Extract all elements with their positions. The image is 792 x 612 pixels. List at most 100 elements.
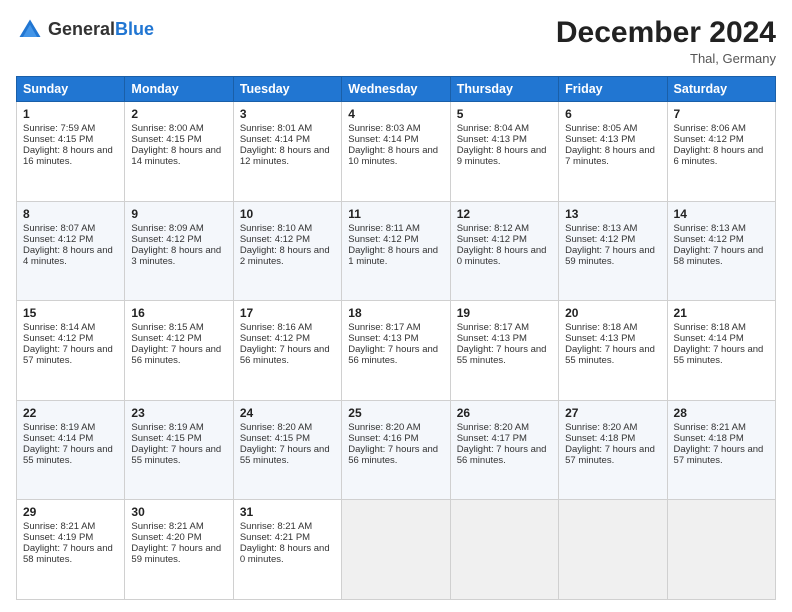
sunset-text: Sunset: 4:16 PM — [348, 433, 443, 444]
daylight-text: Daylight: 8 hours and 7 minutes. — [565, 145, 660, 167]
daylight-text: Daylight: 7 hours and 56 minutes. — [348, 344, 443, 366]
page: GeneralBlue December 2024 Thal, Germany … — [0, 0, 792, 612]
daylight-text: Daylight: 7 hours and 59 minutes. — [565, 245, 660, 267]
calendar-cell: 10Sunrise: 8:10 AMSunset: 4:12 PMDayligh… — [233, 201, 341, 301]
daylight-text: Daylight: 8 hours and 3 minutes. — [131, 245, 226, 267]
calendar-cell — [450, 500, 558, 600]
calendar-cell: 21Sunrise: 8:18 AMSunset: 4:14 PMDayligh… — [667, 301, 775, 401]
title-block: December 2024 Thal, Germany — [556, 16, 776, 66]
daylight-text: Daylight: 7 hours and 55 minutes. — [240, 444, 335, 466]
logo-icon — [16, 16, 44, 44]
calendar-cell: 1Sunrise: 7:59 AMSunset: 4:15 PMDaylight… — [17, 102, 125, 202]
calendar-cell: 8Sunrise: 8:07 AMSunset: 4:12 PMDaylight… — [17, 201, 125, 301]
calendar-cell: 18Sunrise: 8:17 AMSunset: 4:13 PMDayligh… — [342, 301, 450, 401]
calendar-cell: 9Sunrise: 8:09 AMSunset: 4:12 PMDaylight… — [125, 201, 233, 301]
calendar-table: SundayMondayTuesdayWednesdayThursdayFrid… — [16, 76, 776, 600]
calendar-cell: 24Sunrise: 8:20 AMSunset: 4:15 PMDayligh… — [233, 400, 341, 500]
day-number: 11 — [348, 207, 443, 221]
day-number: 23 — [131, 406, 226, 420]
sunset-text: Sunset: 4:15 PM — [131, 433, 226, 444]
calendar-cell: 23Sunrise: 8:19 AMSunset: 4:15 PMDayligh… — [125, 400, 233, 500]
day-number: 12 — [457, 207, 552, 221]
sunset-text: Sunset: 4:14 PM — [240, 134, 335, 145]
day-number: 16 — [131, 306, 226, 320]
month-title: December 2024 — [556, 16, 776, 49]
daylight-text: Daylight: 7 hours and 57 minutes. — [565, 444, 660, 466]
day-number: 24 — [240, 406, 335, 420]
calendar-cell: 11Sunrise: 8:11 AMSunset: 4:12 PMDayligh… — [342, 201, 450, 301]
day-number: 31 — [240, 505, 335, 519]
day-number: 8 — [23, 207, 118, 221]
calendar-week-1: 1Sunrise: 7:59 AMSunset: 4:15 PMDaylight… — [17, 102, 776, 202]
day-header-saturday: Saturday — [667, 77, 775, 102]
day-number: 13 — [565, 207, 660, 221]
sunset-text: Sunset: 4:14 PM — [348, 134, 443, 145]
calendar-header: SundayMondayTuesdayWednesdayThursdayFrid… — [17, 77, 776, 102]
daylight-text: Daylight: 7 hours and 58 minutes. — [23, 543, 118, 565]
day-header-thursday: Thursday — [450, 77, 558, 102]
sunrise-text: Sunrise: 8:05 AM — [565, 123, 660, 134]
calendar-cell: 14Sunrise: 8:13 AMSunset: 4:12 PMDayligh… — [667, 201, 775, 301]
daylight-text: Daylight: 7 hours and 55 minutes. — [457, 344, 552, 366]
calendar-cell: 22Sunrise: 8:19 AMSunset: 4:14 PMDayligh… — [17, 400, 125, 500]
sunset-text: Sunset: 4:14 PM — [23, 433, 118, 444]
daylight-text: Daylight: 7 hours and 59 minutes. — [131, 543, 226, 565]
sunrise-text: Sunrise: 8:18 AM — [565, 322, 660, 333]
day-number: 3 — [240, 107, 335, 121]
day-number: 5 — [457, 107, 552, 121]
sunset-text: Sunset: 4:12 PM — [23, 333, 118, 344]
day-number: 2 — [131, 107, 226, 121]
calendar-body: 1Sunrise: 7:59 AMSunset: 4:15 PMDaylight… — [17, 102, 776, 600]
sunset-text: Sunset: 4:15 PM — [23, 134, 118, 145]
day-number: 29 — [23, 505, 118, 519]
sunrise-text: Sunrise: 8:14 AM — [23, 322, 118, 333]
logo-text: GeneralBlue — [48, 20, 154, 40]
sunset-text: Sunset: 4:13 PM — [457, 134, 552, 145]
sunrise-text: Sunrise: 8:21 AM — [674, 422, 769, 433]
calendar-cell: 28Sunrise: 8:21 AMSunset: 4:18 PMDayligh… — [667, 400, 775, 500]
calendar-cell: 27Sunrise: 8:20 AMSunset: 4:18 PMDayligh… — [559, 400, 667, 500]
sunrise-text: Sunrise: 8:21 AM — [131, 521, 226, 532]
daylight-text: Daylight: 8 hours and 16 minutes. — [23, 145, 118, 167]
sunrise-text: Sunrise: 8:03 AM — [348, 123, 443, 134]
daylight-text: Daylight: 7 hours and 55 minutes. — [565, 344, 660, 366]
sunset-text: Sunset: 4:18 PM — [674, 433, 769, 444]
calendar-cell: 7Sunrise: 8:06 AMSunset: 4:12 PMDaylight… — [667, 102, 775, 202]
day-number: 15 — [23, 306, 118, 320]
sunrise-text: Sunrise: 8:10 AM — [240, 223, 335, 234]
daylight-text: Daylight: 8 hours and 14 minutes. — [131, 145, 226, 167]
day-number: 10 — [240, 207, 335, 221]
sunset-text: Sunset: 4:13 PM — [565, 333, 660, 344]
calendar-cell — [342, 500, 450, 600]
calendar-cell: 2Sunrise: 8:00 AMSunset: 4:15 PMDaylight… — [125, 102, 233, 202]
day-number: 21 — [674, 306, 769, 320]
sunrise-text: Sunrise: 8:09 AM — [131, 223, 226, 234]
calendar-cell: 5Sunrise: 8:04 AMSunset: 4:13 PMDaylight… — [450, 102, 558, 202]
sunset-text: Sunset: 4:14 PM — [674, 333, 769, 344]
sunrise-text: Sunrise: 8:20 AM — [240, 422, 335, 433]
calendar-cell: 16Sunrise: 8:15 AMSunset: 4:12 PMDayligh… — [125, 301, 233, 401]
sunrise-text: Sunrise: 8:12 AM — [457, 223, 552, 234]
daylight-text: Daylight: 8 hours and 6 minutes. — [674, 145, 769, 167]
sunrise-text: Sunrise: 8:11 AM — [348, 223, 443, 234]
sunrise-text: Sunrise: 8:06 AM — [674, 123, 769, 134]
day-header-tuesday: Tuesday — [233, 77, 341, 102]
sunset-text: Sunset: 4:12 PM — [131, 333, 226, 344]
header: GeneralBlue December 2024 Thal, Germany — [16, 16, 776, 66]
daylight-text: Daylight: 8 hours and 0 minutes. — [240, 543, 335, 565]
header-row: SundayMondayTuesdayWednesdayThursdayFrid… — [17, 77, 776, 102]
daylight-text: Daylight: 8 hours and 9 minutes. — [457, 145, 552, 167]
day-number: 28 — [674, 406, 769, 420]
calendar-cell: 6Sunrise: 8:05 AMSunset: 4:13 PMDaylight… — [559, 102, 667, 202]
day-number: 9 — [131, 207, 226, 221]
day-number: 6 — [565, 107, 660, 121]
sunrise-text: Sunrise: 8:21 AM — [23, 521, 118, 532]
daylight-text: Daylight: 7 hours and 55 minutes. — [674, 344, 769, 366]
sunrise-text: Sunrise: 8:19 AM — [131, 422, 226, 433]
sunset-text: Sunset: 4:12 PM — [240, 234, 335, 245]
daylight-text: Daylight: 7 hours and 56 minutes. — [348, 444, 443, 466]
day-number: 27 — [565, 406, 660, 420]
calendar-cell: 29Sunrise: 8:21 AMSunset: 4:19 PMDayligh… — [17, 500, 125, 600]
sunrise-text: Sunrise: 8:13 AM — [674, 223, 769, 234]
calendar-cell — [667, 500, 775, 600]
